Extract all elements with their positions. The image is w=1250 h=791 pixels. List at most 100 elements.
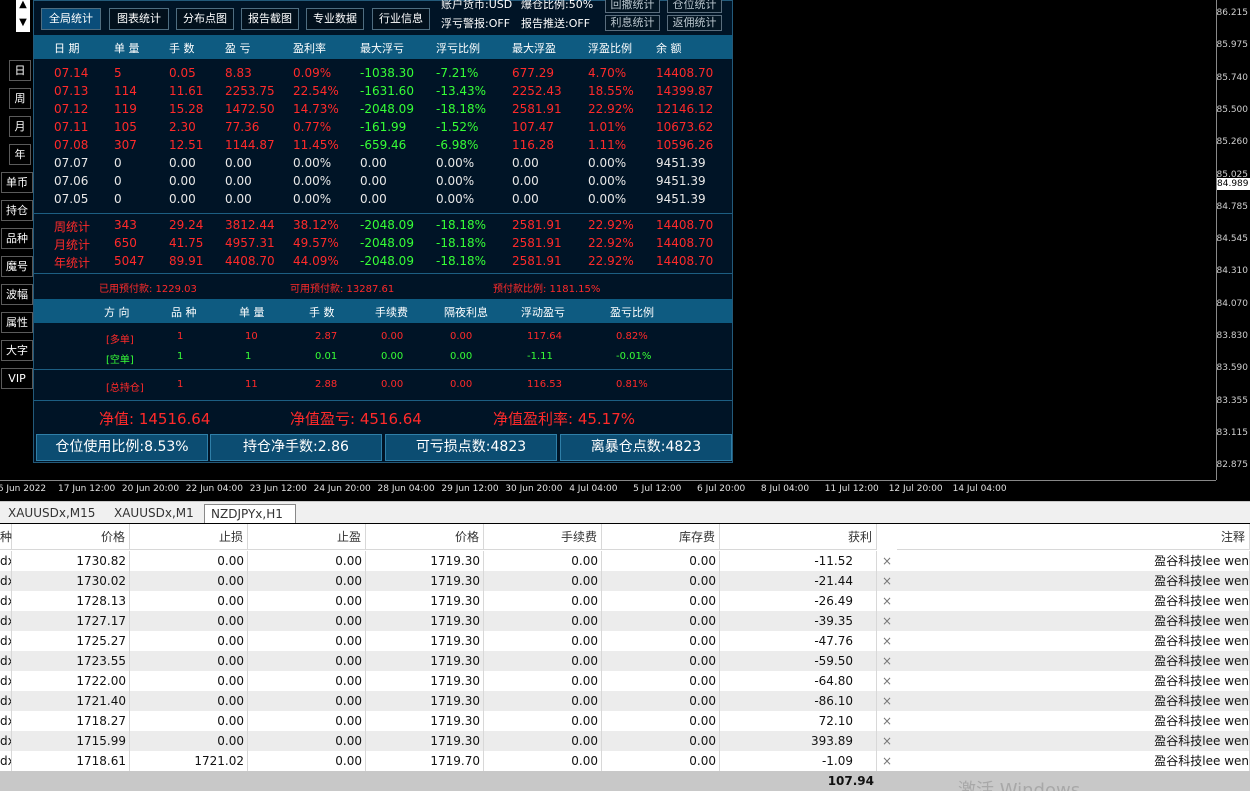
table-cell: 0.00 bbox=[484, 731, 602, 751]
side-button-8[interactable]: 波幅 bbox=[1, 284, 33, 305]
column-header[interactable]: 止损 bbox=[130, 524, 248, 550]
table-row[interactable]: dx1718.270.000.001719.300.000.0072.10盈谷科… bbox=[0, 711, 1250, 731]
tab-report-screenshot[interactable]: 报告截图 bbox=[241, 8, 299, 30]
time-tick-label: 11 Jul 12:00 bbox=[824, 484, 879, 494]
side-button-3[interactable]: 年 bbox=[9, 144, 31, 165]
position-stats-button[interactable]: 仓位统计 bbox=[667, 0, 722, 13]
close-position-icon[interactable]: × bbox=[882, 651, 892, 671]
column-header[interactable]: 种 bbox=[0, 524, 12, 550]
table-cell: 0.00 bbox=[484, 671, 602, 691]
side-button-11[interactable]: VIP bbox=[1, 368, 33, 389]
daily-cell: 105 bbox=[114, 120, 137, 134]
scroll-up-button[interactable]: ▲ bbox=[16, 0, 30, 14]
table-cell: 盈谷科技lee wen bbox=[897, 751, 1250, 771]
side-button-6[interactable]: 品种 bbox=[1, 228, 33, 249]
chart-tabs-bar: XAUUSDx,M15 XAUUSDx,M1 NZDJPYx,H1 bbox=[0, 501, 1250, 523]
close-position-icon[interactable]: × bbox=[882, 571, 892, 591]
positions-header-cell: 手 数 bbox=[309, 306, 335, 319]
side-button-2[interactable]: 月 bbox=[9, 116, 31, 137]
table-cell: dx bbox=[0, 631, 12, 651]
column-header[interactable]: 库存费 bbox=[602, 524, 720, 550]
tab-industry-info[interactable]: 行业信息 bbox=[372, 8, 430, 30]
side-button-0[interactable]: 日 bbox=[9, 60, 31, 81]
table-row[interactable]: dx1722.000.000.001719.300.000.00-64.80盈谷… bbox=[0, 671, 1250, 691]
tab-distribution[interactable]: 分布点图 bbox=[176, 8, 234, 30]
daily-cell: 0 bbox=[114, 174, 122, 188]
daily-cell: 07.08 bbox=[54, 138, 89, 152]
position-cell: 0.00 bbox=[450, 379, 473, 390]
side-button-9[interactable]: 属性 bbox=[1, 312, 33, 333]
table-cell: 0.00 bbox=[602, 731, 720, 751]
tab-chart-stats[interactable]: 图表统计 bbox=[109, 8, 169, 30]
table-row[interactable]: dx1728.130.000.001719.300.000.00-26.49盈谷… bbox=[0, 591, 1250, 611]
summary-cell: 49.57% bbox=[293, 236, 339, 250]
table-row[interactable]: dx1730.820.000.001719.300.000.00-11.52盈谷… bbox=[0, 551, 1250, 571]
summary-cell: 2581.91 bbox=[512, 218, 562, 232]
tab-xauusd-m15[interactable]: XAUUSDx,M15 bbox=[2, 504, 101, 523]
daily-cell: -6.98% bbox=[436, 138, 479, 152]
close-position-icon[interactable]: × bbox=[882, 631, 892, 651]
time-tick-label: 22 Jun 04:00 bbox=[185, 484, 243, 494]
table-cell: 1719.30 bbox=[366, 711, 484, 731]
table-cell: 72.10 bbox=[720, 711, 877, 731]
table-cell: 盈谷科技lee wen bbox=[897, 651, 1250, 671]
position-cell: 10 bbox=[245, 331, 258, 342]
tab-nzdjpy-h1[interactable]: NZDJPYx,H1 bbox=[204, 504, 296, 523]
summary-cell: 343 bbox=[114, 218, 137, 232]
column-header[interactable]: 价格 bbox=[12, 524, 130, 550]
table-cell: 0.00 bbox=[130, 631, 248, 651]
daily-cell: 07.11 bbox=[54, 120, 89, 134]
summary-cell: 14408.70 bbox=[656, 254, 714, 268]
table-row[interactable]: dx1725.270.000.001719.300.000.00-47.76盈谷… bbox=[0, 631, 1250, 651]
summary-cell: -18.18% bbox=[436, 236, 487, 250]
table-row[interactable]: dx1721.400.000.001719.300.000.00-86.10盈谷… bbox=[0, 691, 1250, 711]
time-tick-label: 4 Jul 04:00 bbox=[569, 484, 618, 494]
close-position-icon[interactable]: × bbox=[882, 691, 892, 711]
table-row[interactable]: dx1718.611721.020.001719.700.000.00-1.09… bbox=[0, 751, 1250, 771]
close-position-icon[interactable]: × bbox=[882, 711, 892, 731]
rebate-stats-button[interactable]: 返佣统计 bbox=[667, 15, 722, 31]
column-header[interactable]: 获利 bbox=[720, 524, 877, 550]
close-position-icon[interactable]: × bbox=[882, 671, 892, 691]
interest-stats-button[interactable]: 利息统计 bbox=[605, 15, 660, 31]
scroll-down-button[interactable]: ▼ bbox=[16, 14, 30, 32]
daily-cell: 22.92% bbox=[588, 102, 634, 116]
side-button-7[interactable]: 魔号 bbox=[1, 256, 33, 277]
table-row[interactable]: dx1730.020.000.001719.300.000.00-21.44盈谷… bbox=[0, 571, 1250, 591]
close-position-icon[interactable]: × bbox=[882, 551, 892, 571]
close-position-icon[interactable]: × bbox=[882, 591, 892, 611]
side-button-4[interactable]: 单币 bbox=[1, 172, 33, 193]
close-position-icon[interactable]: × bbox=[882, 751, 892, 771]
position-cell: 0.01 bbox=[315, 351, 338, 362]
price-chart[interactable]: 86.215 85.975 85.740 85.500 85.260 85.025 84.7… bbox=[0, 0, 1250, 500]
table-cell: dx bbox=[0, 591, 12, 611]
close-position-icon[interactable]: × bbox=[882, 731, 892, 751]
tab-global-stats[interactable]: 全局统计 bbox=[41, 8, 101, 30]
position-cell: 0.00 bbox=[450, 351, 473, 362]
table-row[interactable]: dx1723.550.000.001719.300.000.00-59.50盈谷… bbox=[0, 651, 1250, 671]
daily-cell: -1.52% bbox=[436, 120, 479, 134]
table-cell: 0.00 bbox=[484, 711, 602, 731]
daily-cell: 0.00 bbox=[169, 174, 196, 188]
side-button-1[interactable]: 周 bbox=[9, 88, 31, 109]
daily-cell: 107.47 bbox=[512, 120, 554, 134]
close-position-icon[interactable]: × bbox=[882, 611, 892, 631]
column-header[interactable]: 手续费 bbox=[484, 524, 602, 550]
daily-cell: 0.00% bbox=[588, 174, 627, 188]
tab-xauusd-m1[interactable]: XAUUSDx,M1 bbox=[108, 504, 200, 523]
drawdown-stats-button[interactable]: 回撤统计 bbox=[605, 0, 660, 13]
column-header[interactable]: 价格 bbox=[366, 524, 484, 550]
column-header[interactable]: 止盈 bbox=[248, 524, 366, 550]
column-header[interactable]: 注释 bbox=[897, 524, 1250, 550]
table-cell: 0.00 bbox=[484, 651, 602, 671]
price-tick bbox=[1217, 337, 1221, 338]
side-button-10[interactable]: 大字 bbox=[1, 340, 33, 361]
tab-pro-data[interactable]: 专业数据 bbox=[306, 8, 364, 30]
table-cell: 1719.30 bbox=[366, 651, 484, 671]
table-cell: 0.00 bbox=[484, 691, 602, 711]
side-button-5[interactable]: 持仓 bbox=[1, 200, 33, 221]
table-row[interactable]: dx1715.990.000.001719.300.000.00393.89盈谷… bbox=[0, 731, 1250, 751]
table-row[interactable]: dx1727.170.000.001719.300.000.00-39.35盈谷… bbox=[0, 611, 1250, 631]
position-cell: 11 bbox=[245, 379, 258, 390]
table-cell: 1719.30 bbox=[366, 671, 484, 691]
